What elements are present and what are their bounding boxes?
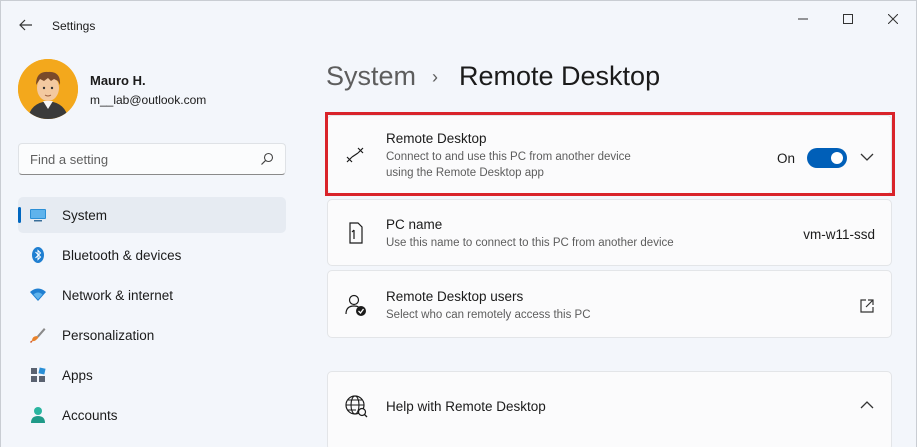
- page-title: Remote Desktop: [459, 61, 661, 91]
- remote-desktop-users-card[interactable]: Remote Desktop users Select who can remo…: [327, 270, 892, 338]
- remote-desktop-card[interactable]: Remote Desktop Connect to and use this P…: [327, 115, 892, 194]
- close-icon: [888, 14, 898, 24]
- search-input[interactable]: Find a setting: [18, 143, 286, 175]
- sidebar-item-accounts[interactable]: Accounts: [18, 397, 286, 433]
- person-icon: [31, 407, 45, 423]
- minimize-icon: [798, 18, 808, 20]
- help-title: Help with Remote Desktop: [386, 399, 546, 414]
- breadcrumb-separator: ›: [432, 67, 438, 87]
- sidebar-item-label: Accounts: [62, 408, 118, 423]
- pc-name-desc: Use this name to connect to this PC from…: [386, 237, 674, 249]
- search-icon[interactable]: [260, 152, 274, 166]
- maximize-button[interactable]: [825, 7, 871, 31]
- back-arrow-icon: [19, 19, 32, 31]
- pc-name-card[interactable]: PC name Use this name to connect to this…: [327, 199, 892, 266]
- avatar: [18, 59, 78, 119]
- sidebar-item-network[interactable]: Network & internet: [18, 277, 286, 313]
- toggle-knob: [831, 152, 843, 164]
- pc-name-value: vm-w11-ssd: [803, 227, 875, 242]
- globe-icon: [345, 395, 368, 418]
- maximize-icon: [843, 14, 853, 24]
- pc-name-icon: [349, 222, 363, 244]
- selection-indicator: [18, 207, 21, 223]
- sidebar-item-label: Apps: [62, 368, 93, 383]
- remote-desktop-toggle[interactable]: [807, 148, 847, 168]
- remote-desktop-desc-line1: Connect to and use this PC from another …: [386, 151, 631, 163]
- remote-desktop-title: Remote Desktop: [386, 131, 487, 146]
- open-external-icon[interactable]: [859, 298, 875, 314]
- users-icon: [345, 294, 366, 316]
- toggle-state-label: On: [776, 151, 795, 166]
- sidebar-item-apps[interactable]: Apps: [18, 357, 286, 393]
- help-card[interactable]: Help with Remote Desktop: [327, 371, 892, 447]
- bluetooth-icon: [32, 247, 44, 263]
- breadcrumb-parent[interactable]: System: [326, 61, 416, 92]
- user-name: Mauro H.: [90, 73, 146, 88]
- pc-name-title: PC name: [386, 217, 443, 232]
- wifi-icon: [30, 288, 46, 301]
- minimize-button[interactable]: [780, 7, 826, 31]
- apps-icon: [31, 367, 46, 382]
- sidebar-item-label: Personalization: [62, 328, 155, 343]
- remote-desktop-users-desc: Select who can remotely access this PC: [386, 309, 591, 321]
- user-profile[interactable]: Mauro H. m__lab@outlook.com: [18, 59, 288, 123]
- monitor-icon: [30, 209, 46, 222]
- remote-desktop-icon: [346, 147, 364, 163]
- remote-desktop-desc-line2: using the Remote Desktop app: [386, 167, 544, 179]
- user-email: m__lab@outlook.com: [90, 93, 207, 107]
- settings-window: Settings Mauro H. m__lab@outlook.com Fin…: [0, 0, 917, 447]
- close-button[interactable]: [870, 7, 916, 31]
- search-placeholder: Find a setting: [30, 152, 109, 167]
- sidebar-item-personalization[interactable]: Personalization: [18, 317, 286, 353]
- back-button[interactable]: [11, 12, 41, 38]
- title-bar: Settings: [1, 1, 916, 49]
- app-title: Settings: [52, 19, 96, 33]
- sidebar-item-bluetooth[interactable]: Bluetooth & devices: [18, 237, 286, 273]
- sidebar-item-label: System: [62, 208, 108, 223]
- chevron-down-icon[interactable]: [858, 148, 876, 166]
- brush-icon: [29, 328, 46, 344]
- sidebar-item-system[interactable]: System: [18, 197, 286, 233]
- chevron-up-icon[interactable]: [858, 396, 876, 414]
- sidebar-item-label: Network & internet: [62, 288, 174, 303]
- sidebar-item-label: Bluetooth & devices: [62, 248, 182, 263]
- sidebar-nav: System Bluetooth & devices Network & int…: [18, 197, 286, 437]
- remote-desktop-users-title: Remote Desktop users: [386, 289, 524, 304]
